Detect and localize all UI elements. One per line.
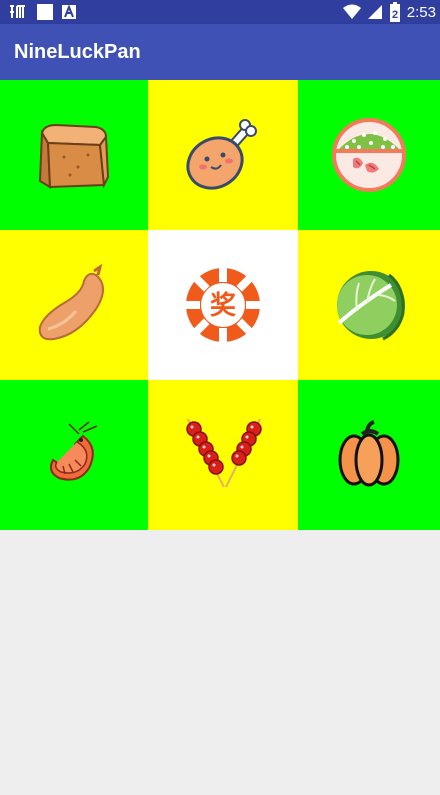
square-notification-icon — [37, 4, 53, 20]
status-right: 2 2:53 — [342, 2, 436, 22]
grid-cell-candied-haws[interactable] — [148, 380, 298, 530]
pumpkin-icon — [338, 420, 400, 487]
status-left — [8, 3, 76, 21]
shrimp-icon — [50, 421, 98, 481]
luck-grid: 奖 — [0, 80, 440, 530]
grid-cell-sausage[interactable] — [0, 230, 148, 380]
grid-cell-cabbage[interactable] — [298, 230, 440, 380]
rice-bowl-icon — [332, 118, 406, 192]
cabbage-icon — [337, 271, 405, 341]
drumstick-icon — [186, 119, 257, 190]
app-bar: NineLuckPan — [0, 24, 440, 80]
prize-label: 奖 — [210, 290, 237, 321]
carrier-icon — [10, 5, 25, 18]
app-title: NineLuckPan — [14, 41, 141, 63]
prize-start-button[interactable]: 奖 — [148, 230, 298, 380]
skewer-icon — [186, 418, 262, 488]
a-notification-icon — [62, 5, 76, 19]
grid-cell-drumstick[interactable] — [148, 80, 298, 230]
tofu-icon — [38, 123, 110, 189]
grid-cell-shrimp[interactable] — [0, 380, 148, 530]
status-time: 2:53 — [406, 3, 436, 21]
grid-cell-pumpkin[interactable] — [298, 380, 440, 530]
battery-level: 2 — [392, 9, 398, 21]
signal-icon — [367, 5, 382, 19]
grid-cell-tofu[interactable] — [0, 80, 148, 230]
battery-icon: 2 — [389, 2, 400, 22]
status-bar: 2 2:53 — [0, 0, 440, 24]
wifi-icon — [342, 4, 361, 19]
sausage-icon — [38, 263, 104, 341]
prize-icon: 奖 — [186, 268, 260, 342]
grid-cell-rice-bowl[interactable] — [298, 80, 440, 230]
